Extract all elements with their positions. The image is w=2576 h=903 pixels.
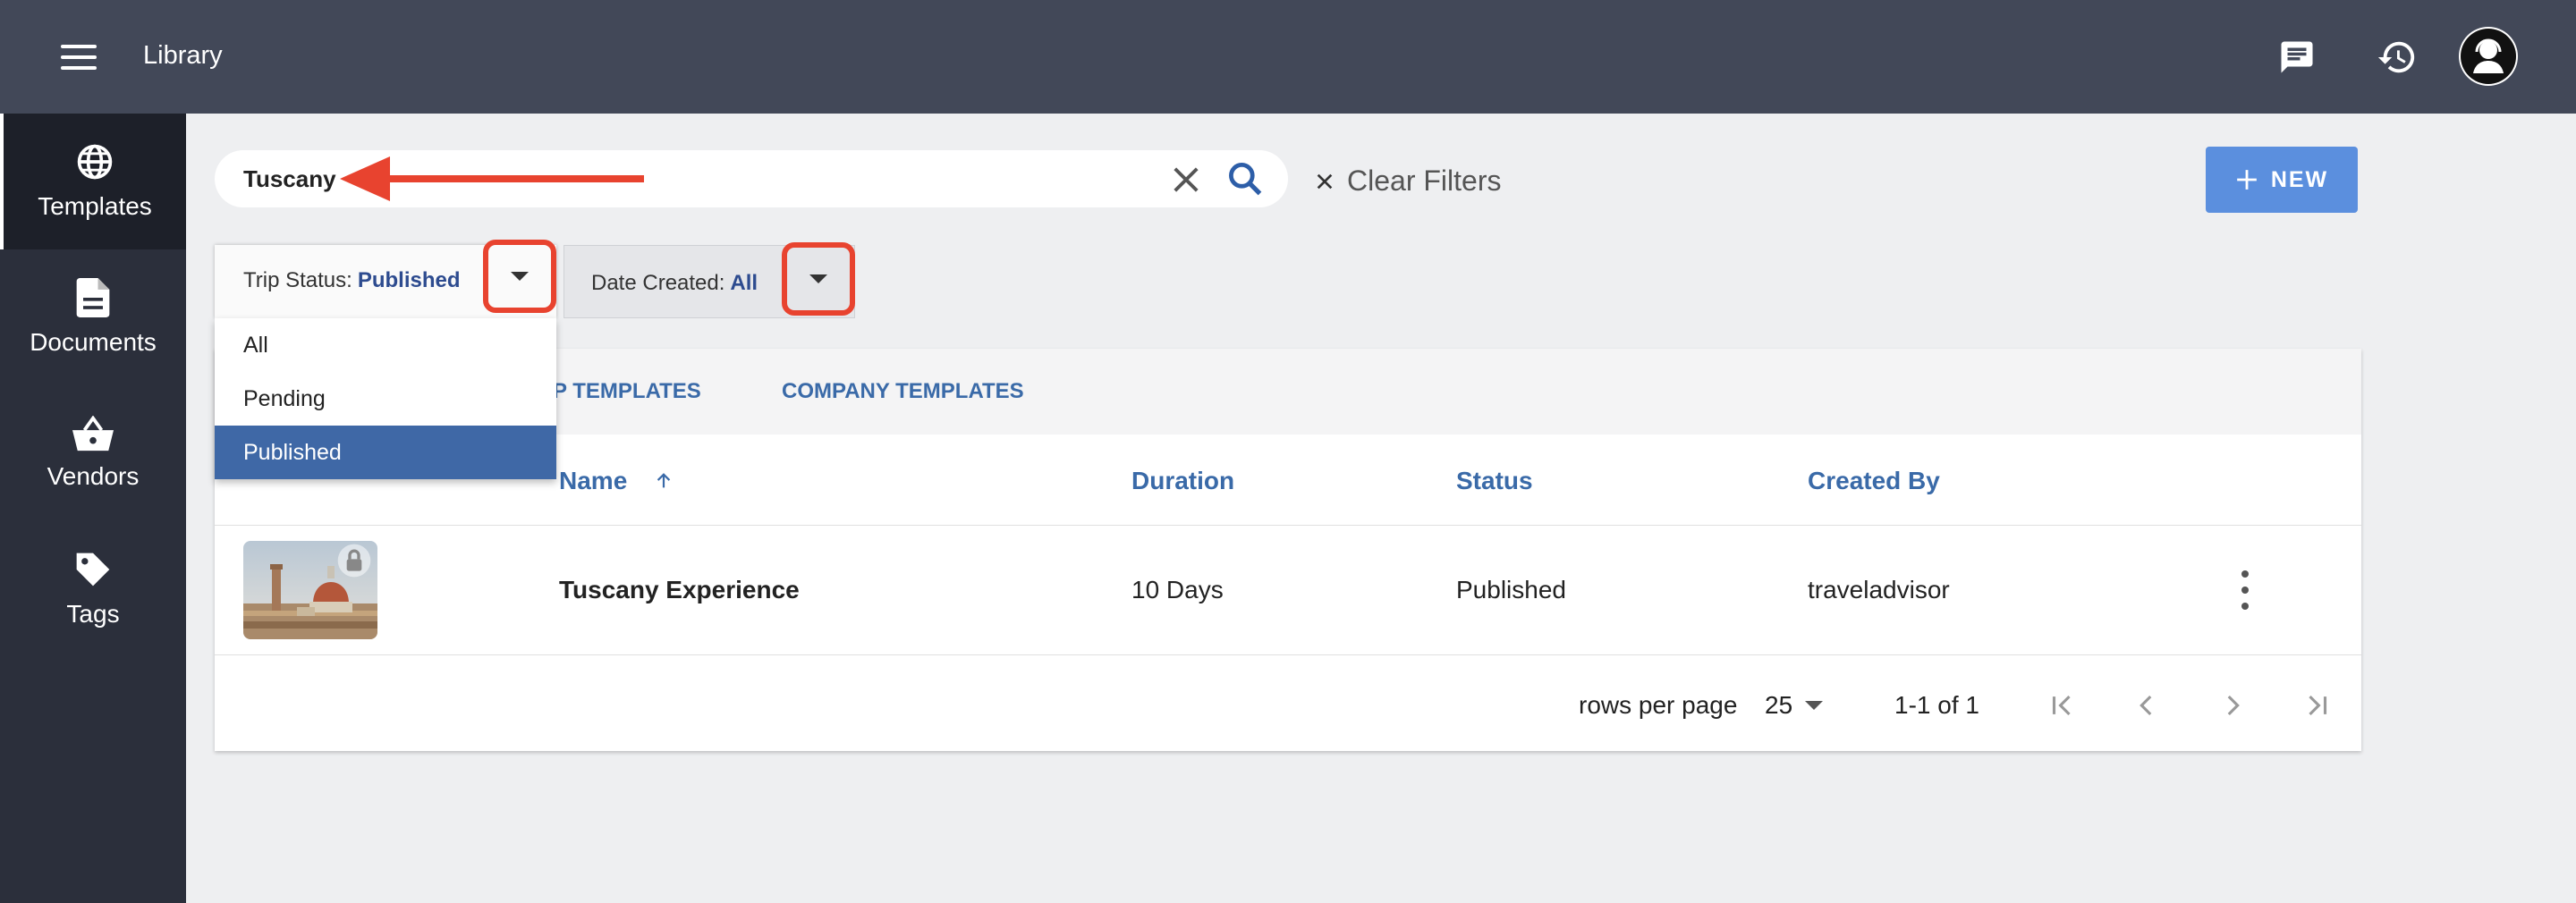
- pagination: rows per page 25 1-1 of 1: [215, 655, 2361, 751]
- date-created-value: All: [730, 271, 758, 295]
- caret-down-icon: [1805, 701, 1824, 710]
- page-title: Library: [143, 41, 223, 70]
- date-created-label: Date Created: All: [591, 271, 758, 295]
- date-created-dropdown-toggle[interactable]: [782, 242, 855, 316]
- row-name[interactable]: Tuscany Experience: [559, 576, 800, 604]
- document-icon: [76, 278, 110, 317]
- sidebar-item-label: Documents: [30, 328, 157, 356]
- column-header-created-by[interactable]: Created By: [1808, 467, 1940, 495]
- user-avatar-icon: [2461, 29, 2516, 84]
- chat-icon[interactable]: [2274, 34, 2320, 80]
- hamburger-icon[interactable]: [61, 45, 97, 70]
- sidebar-item-templates[interactable]: Templates: [0, 114, 186, 249]
- tab-my-templates[interactable]: P TEMPLATES: [553, 379, 701, 404]
- sidebar-item-documents[interactable]: Documents: [0, 249, 186, 385]
- annotation-arrow-line: [376, 175, 644, 182]
- dropdown-option-published[interactable]: Published: [215, 426, 556, 479]
- lock-icon: [337, 544, 371, 578]
- sidebar: Templates Documents Vendors Tags: [0, 114, 186, 903]
- column-header-name[interactable]: Name: [559, 467, 674, 495]
- dropdown-option-pending[interactable]: Pending: [215, 372, 556, 426]
- clear-filters-label: Clear Filters: [1347, 165, 1502, 197]
- table-row[interactable]: Tuscany Experience 10 Days Published tra…: [215, 526, 2361, 655]
- next-page-icon[interactable]: [2211, 684, 2254, 727]
- rows-per-page-select[interactable]: 25: [1765, 688, 1836, 723]
- new-button-label: NEW: [2270, 166, 2329, 192]
- trip-status-dropdown-toggle[interactable]: [483, 240, 556, 313]
- history-icon[interactable]: [2374, 34, 2420, 80]
- sidebar-item-label: Tags: [66, 600, 120, 628]
- sidebar-item-vendors[interactable]: Vendors: [0, 385, 186, 521]
- arrow-up-icon: [657, 473, 671, 488]
- column-header-duration[interactable]: Duration: [1131, 467, 1234, 495]
- rows-per-page-label: rows per page: [1579, 691, 1738, 719]
- last-page-icon[interactable]: [2296, 684, 2339, 727]
- plus-icon: [2236, 170, 2257, 190]
- row-duration: 10 Days: [1131, 576, 1224, 603]
- avatar[interactable]: [2459, 27, 2518, 86]
- column-header-status[interactable]: Status: [1456, 467, 1533, 495]
- florence-cathedral-image[interactable]: [243, 541, 377, 639]
- sidebar-item-tags[interactable]: Tags: [0, 521, 186, 657]
- close-icon: [1317, 173, 1333, 189]
- page-range: 1-1 of 1: [1894, 691, 1979, 719]
- sidebar-item-label: Vendors: [47, 462, 140, 490]
- caret-down-icon: [511, 272, 529, 281]
- tab-company-templates[interactable]: COMPANY TEMPLATES: [782, 379, 1024, 404]
- close-icon[interactable]: [1167, 161, 1205, 198]
- basket-icon: [72, 416, 114, 452]
- trip-status-label: Trip Status: Published: [243, 268, 461, 292]
- row-created-by: traveladvisor: [1808, 576, 1950, 603]
- search-icon[interactable]: [1225, 159, 1265, 198]
- first-page-icon[interactable]: [2040, 684, 2083, 727]
- top-bar: Library: [0, 0, 2576, 114]
- tag-icon: [76, 553, 110, 587]
- globe-icon: [77, 144, 113, 180]
- dropdown-option-all[interactable]: All: [215, 318, 556, 372]
- row-actions-menu-icon[interactable]: [2227, 570, 2263, 610]
- previous-page-icon[interactable]: [2125, 684, 2168, 727]
- clear-filters-button[interactable]: Clear Filters: [1315, 165, 1501, 198]
- caret-down-icon: [809, 274, 827, 283]
- annotation-arrow-head: [340, 156, 390, 201]
- trip-status-dropdown-menu: All Pending Published: [215, 318, 556, 479]
- new-button[interactable]: NEW: [2206, 147, 2358, 213]
- trip-status-value: Published: [357, 268, 461, 292]
- sidebar-item-label: Templates: [38, 192, 152, 220]
- row-status: Published: [1456, 576, 1566, 603]
